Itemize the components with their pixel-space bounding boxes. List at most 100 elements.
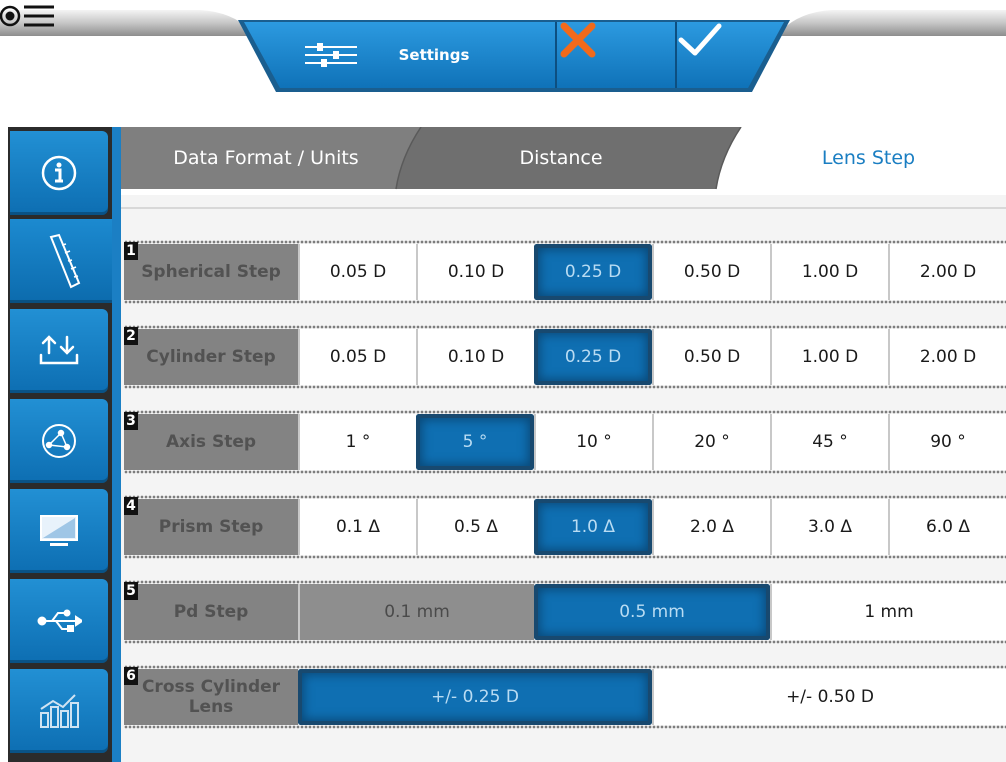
step-option[interactable]: 1 mm [770, 584, 1006, 640]
lens-step-row: Pd Step 5 0.1 mm 0.5 mm 1 mm [124, 580, 1006, 644]
row-label-text: Axis Step [165, 432, 257, 452]
step-option[interactable]: 45 ° [770, 414, 888, 470]
row-label: Spherical Step [124, 244, 298, 300]
step-option-label: 20 ° [694, 432, 730, 452]
step-option-label: 3.0 Δ [807, 517, 853, 537]
settings-label: Settings [398, 46, 470, 64]
tab-data-format-units[interactable]: Data Format / Units [121, 127, 411, 189]
step-option-label: 1 ° [345, 432, 371, 452]
row-number: 3 [124, 412, 138, 430]
step-option-label: 0.10 D [447, 347, 505, 367]
step-option[interactable]: 6.0 Δ [888, 499, 1006, 555]
info-icon [41, 155, 77, 191]
step-option[interactable]: 20 ° [652, 414, 770, 470]
lens-step-row: Cylinder Step 2 0.05 D 0.10 D 0.25 D 0.50 D 1.… [124, 325, 1006, 389]
tab-distance[interactable]: Distance [421, 127, 701, 189]
step-option[interactable]: 1.00 D [770, 329, 888, 385]
step-option[interactable]: 0.05 D [298, 244, 416, 300]
settings-button[interactable]: Settings [275, 20, 555, 90]
top-toolbar: Settings [0, 0, 1006, 100]
step-option-label: 45 ° [812, 432, 848, 452]
row-bottom-border [124, 725, 1006, 729]
step-option[interactable]: 1 ° [298, 414, 416, 470]
step-option[interactable]: 2.0 Δ [652, 499, 770, 555]
row-label-text: Prism Step [158, 517, 264, 537]
step-option[interactable]: 0.1 Δ [298, 499, 416, 555]
row-number: 5 [124, 582, 138, 600]
step-option[interactable]: 0.05 D [298, 329, 416, 385]
ruler-icon [49, 233, 81, 289]
step-option-label: 0.1 Δ [335, 517, 381, 537]
sidebar-item-info[interactable] [10, 131, 108, 215]
sidebar-item-usb[interactable] [10, 579, 108, 663]
row-number: 6 [124, 667, 138, 685]
step-option[interactable]: 0.50 D [652, 329, 770, 385]
row-bottom-border [124, 555, 1006, 559]
step-option-label: 10 ° [576, 432, 612, 452]
lens-step-row: Prism Step 4 0.1 Δ 0.5 Δ 1.0 Δ 2.0 Δ 3.0 Δ 6.0 … [124, 495, 1006, 559]
lens-step-row: Axis Step 3 1 ° 5 ° 10 ° 20 ° 45 ° 90 ° [124, 410, 1006, 474]
row-bottom-border [124, 470, 1006, 474]
checkmark-icon [678, 23, 722, 56]
sidebar-accent-strip [112, 127, 121, 762]
step-option[interactable]: 0.5 mm [534, 584, 770, 640]
step-option[interactable]: 0.5 Δ [416, 499, 534, 555]
step-option[interactable]: +/- 0.50 D [652, 669, 1006, 725]
row-label-text: Pd Step [173, 602, 249, 622]
step-option[interactable]: 1.00 D [770, 244, 888, 300]
row-bottom-border [124, 300, 1006, 304]
globe-network-icon [42, 424, 76, 458]
step-option[interactable]: 1.0 Δ [534, 499, 652, 555]
import-export-icon [39, 335, 79, 365]
step-option[interactable]: 0.10 D [416, 329, 534, 385]
lens-step-row: Cross Cylinder Lens 6 +/- 0.25 D +/- 0.50 D [124, 665, 1006, 729]
step-option-label: 2.00 D [919, 262, 977, 282]
step-option-label: 1 mm [864, 602, 914, 622]
step-option-label: +/- 0.25 D [431, 687, 519, 707]
step-option-label: 0.10 D [447, 262, 505, 282]
step-option[interactable]: 0.25 D [534, 244, 652, 300]
row-label-text: Spherical Step [141, 262, 281, 282]
step-option-label: 0.50 D [683, 262, 741, 282]
sidebar-item-statistics[interactable] [10, 669, 108, 753]
step-option-label: 0.05 D [329, 347, 387, 367]
sidebar-item-display[interactable] [10, 489, 108, 573]
step-option[interactable]: 0.25 D [534, 329, 652, 385]
row-bottom-border [124, 640, 1006, 644]
confirm-button[interactable] [677, 20, 777, 90]
step-option-label: 5 ° [462, 432, 488, 452]
cancel-button[interactable] [558, 20, 673, 90]
sidebar-item-import-export[interactable] [10, 309, 108, 393]
step-option[interactable]: 10 ° [534, 414, 652, 470]
row-label: Cylinder Step [124, 329, 298, 385]
step-option[interactable]: 0.10 D [416, 244, 534, 300]
menu-icon[interactable] [0, 0, 54, 32]
sidebar-item-lens[interactable] [10, 219, 120, 303]
row-label: Prism Step [124, 499, 298, 555]
sidebar-item-network[interactable] [10, 399, 108, 483]
statistics-icon [40, 694, 79, 728]
step-option[interactable]: 2.00 D [888, 329, 1006, 385]
tab-bar: Data Format / Units Distance Lens Step [121, 127, 1006, 195]
step-option-label: 90 ° [930, 432, 966, 452]
sliders-icon [305, 43, 357, 67]
step-option-label: 0.25 D [564, 347, 622, 367]
tab-lens-step[interactable]: Lens Step [731, 127, 1006, 189]
step-option[interactable]: 0.1 mm [298, 584, 534, 640]
step-option-label: 0.50 D [683, 347, 741, 367]
step-option[interactable]: 90 ° [888, 414, 1006, 470]
step-option[interactable]: 2.00 D [888, 244, 1006, 300]
step-option-label: 0.05 D [329, 262, 387, 282]
step-option[interactable]: +/- 0.25 D [298, 669, 652, 725]
row-label: Cross Cylinder Lens [124, 669, 298, 725]
step-option-label: 1.0 Δ [570, 517, 616, 537]
monitor-icon [40, 515, 78, 546]
row-label-text: Cylinder Step [146, 347, 276, 367]
step-option[interactable]: 5 ° [416, 414, 534, 470]
step-option[interactable]: 0.50 D [652, 244, 770, 300]
row-number: 2 [124, 327, 138, 345]
step-option-label: 0.1 mm [384, 602, 450, 622]
step-option[interactable]: 3.0 Δ [770, 499, 888, 555]
settings-panel: Data Format / Units Distance Lens Step S… [121, 127, 1006, 762]
sidebar [8, 127, 120, 762]
